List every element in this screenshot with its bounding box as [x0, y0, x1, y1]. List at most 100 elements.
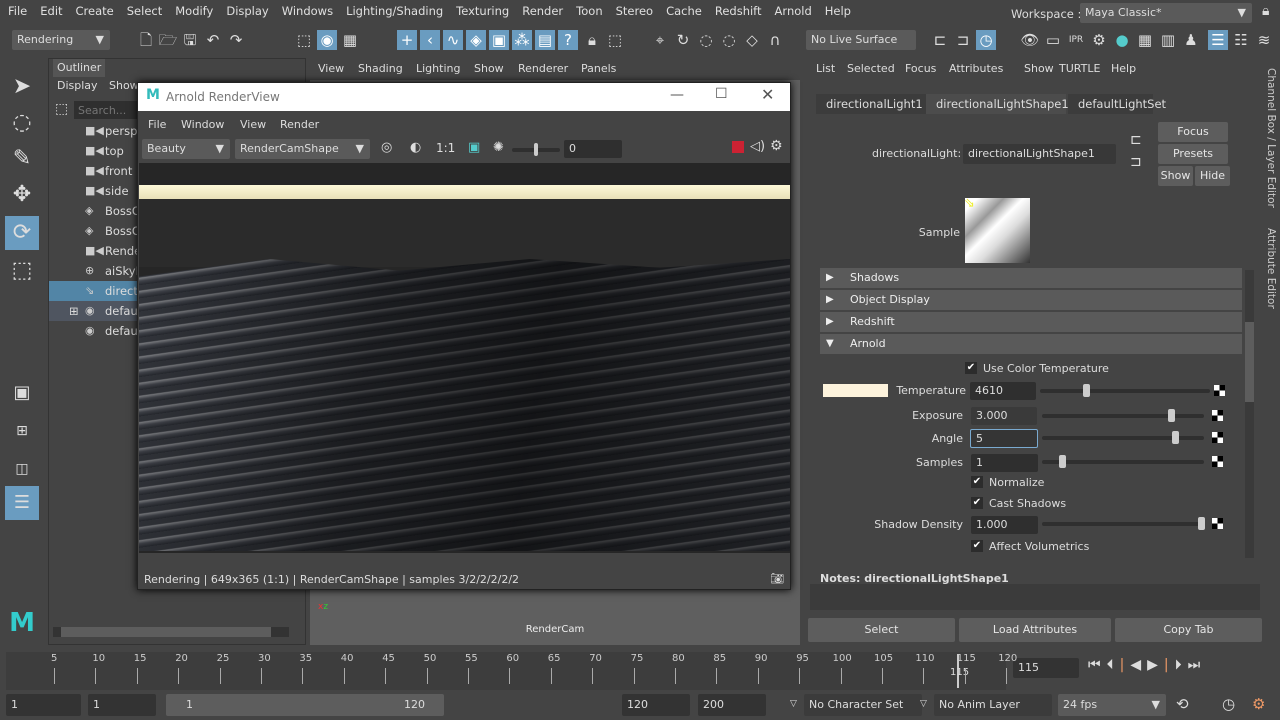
open-scene-icon[interactable]: 🗁	[158, 30, 178, 50]
exposure-slider[interactable]	[1042, 409, 1204, 422]
time-slider[interactable]: 115 115 ⏮⏴|◀▶|⏵⏭ 5 10 15 20 25 30 35 40 45 50 55 60…	[0, 650, 1280, 690]
highlight-selection-icon[interactable]: ⬚	[605, 30, 625, 50]
new-scene-icon[interactable]: 🗋	[136, 30, 156, 50]
affect-volumetrics-checkbox[interactable]: ✔	[971, 540, 983, 552]
renderview-menu-view[interactable]: View	[240, 118, 266, 131]
exposure-icon[interactable]: ✺	[493, 140, 504, 155]
current-frame-field[interactable]: 115	[1013, 658, 1079, 678]
fps-dropdown[interactable]: 24 fps ▼	[1058, 694, 1166, 716]
samples-slider[interactable]	[1042, 455, 1204, 468]
redo-icon[interactable]: ↷	[226, 30, 246, 50]
rgb-channels-icon[interactable]: ◎	[381, 140, 392, 155]
expand-icon[interactable]: ⊞	[69, 301, 79, 321]
menu-stereo[interactable]: Stereo	[616, 4, 653, 18]
frame-icon[interactable]: ▣	[468, 140, 480, 155]
render-canvas[interactable]	[139, 163, 790, 553]
zoom-ratio[interactable]: 1:1	[436, 141, 455, 155]
outliner-menu-display[interactable]: Display	[57, 79, 98, 92]
close-icon[interactable]: ✕	[761, 85, 774, 104]
tab-defaultLightSet[interactable]: defaultLightSet	[1068, 94, 1166, 114]
channel-box-icon[interactable]: ≋	[1254, 30, 1274, 50]
copy-tab-button[interactable]: Copy Tab	[1115, 618, 1262, 642]
section-redshift[interactable]: ▶ Redshift	[820, 312, 1242, 332]
hide-button[interactable]: Hide	[1195, 166, 1230, 186]
select-tool-icon[interactable]: ➤	[5, 70, 39, 104]
temperature-slider[interactable]	[1040, 384, 1210, 397]
menu-render[interactable]: Render	[522, 4, 563, 18]
attribute-editor-toggle-icon[interactable]: ☰	[1208, 30, 1228, 50]
menuset-dropdown[interactable]: Rendering ▼	[12, 30, 110, 50]
menu-redshift[interactable]: Redshift	[715, 4, 762, 18]
menu-help[interactable]: Help	[825, 4, 851, 18]
ae-menu-selected[interactable]: Selected	[847, 62, 895, 75]
menu-toon[interactable]: Toon	[576, 4, 602, 18]
menu-display[interactable]: Display	[226, 4, 268, 18]
human-ik-icon[interactable]: ♟	[1181, 30, 1201, 50]
two-view-layout-icon[interactable]: ◫	[5, 452, 39, 486]
aov-dropdown[interactable]: Beauty ▼	[142, 139, 230, 159]
map-texture-icon[interactable]	[1212, 410, 1223, 421]
presets-button[interactable]: Presets	[1158, 144, 1228, 164]
soft-select-icon[interactable]: ◌	[719, 30, 739, 50]
construction-history-icon[interactable]: ◷	[976, 30, 996, 50]
menu-windows[interactable]: Windows	[282, 4, 333, 18]
anim-preferences-icon[interactable]: ⚙	[1252, 695, 1265, 713]
ipr-render-icon[interactable]: IPR	[1066, 30, 1086, 50]
renderview-menu-render[interactable]: Render	[280, 118, 319, 131]
renderview-menu-file[interactable]: File	[148, 118, 166, 131]
undo-icon[interactable]: ↶	[203, 30, 223, 50]
lock-icon[interactable]: 🔒︎	[1262, 3, 1269, 19]
menu-modify[interactable]: Modify	[175, 4, 213, 18]
channel-box-tab[interactable]: Channel Box / Layer Editor	[1265, 68, 1277, 208]
angle-field[interactable]: 5	[970, 429, 1038, 448]
snap-align-icon[interactable]: ↻	[673, 30, 693, 50]
attribute-scrollbar[interactable]	[1245, 270, 1254, 558]
live-surface-field[interactable]: No Live Surface	[806, 30, 916, 50]
four-view-layout-icon[interactable]: ⊞	[5, 414, 39, 448]
play-backward-icon[interactable]: ◀	[1130, 657, 1147, 673]
normalize-checkbox[interactable]: ✔	[971, 476, 983, 488]
menu-select[interactable]: Select	[127, 4, 162, 18]
use-color-temperature-checkbox[interactable]: ✔	[965, 362, 977, 374]
temperature-color-swatch[interactable]	[823, 384, 888, 397]
workspace-dropdown[interactable]: Maya Classic* ▼	[1080, 3, 1252, 23]
menu-edit[interactable]: Edit	[40, 4, 62, 18]
ae-menu-list[interactable]: List	[816, 62, 835, 75]
menu-arnold[interactable]: Arnold	[775, 4, 812, 18]
shadow-density-field[interactable]: 1.000	[971, 516, 1038, 534]
snap-together-icon[interactable]: ⌖	[650, 30, 670, 50]
input-connections-icon[interactable]: ⊏	[930, 30, 950, 50]
ae-menu-focus[interactable]: Focus	[905, 62, 936, 75]
section-object-display[interactable]: ▶ Object Display	[820, 290, 1242, 310]
snapshot-icon[interactable]: 📷︎	[770, 572, 784, 585]
section-shadows[interactable]: ▶ Shadows	[820, 268, 1242, 288]
viewport-menu-lighting[interactable]: Lighting	[416, 62, 460, 75]
tool-settings-icon[interactable]: ☷	[1231, 30, 1251, 50]
camera-dropdown[interactable]: RenderCamShape ▼	[235, 139, 370, 159]
menu-lighting-shading[interactable]: Lighting/Shading	[346, 4, 443, 18]
end-time-field[interactable]: 200	[698, 694, 766, 716]
character-set-field[interactable]: No Character Set	[804, 694, 922, 716]
cast-shadows-checkbox[interactable]: ✔	[971, 497, 983, 509]
section-arnold[interactable]: ▼ Arnold	[820, 334, 1242, 354]
lasso-tool-icon[interactable]: ◌	[5, 106, 39, 140]
menu-file[interactable]: File	[8, 4, 27, 18]
lock-selection-icon[interactable]: 🔒︎	[582, 30, 602, 50]
play-forward-icon[interactable]: ▶	[1147, 657, 1164, 673]
move-tool-icon[interactable]: ✥	[5, 178, 39, 212]
go-to-start-icon[interactable]: ⏮	[1088, 657, 1107, 673]
exposure-field[interactable]: 0	[564, 140, 622, 158]
paint-select-tool-icon[interactable]: ✎	[5, 142, 39, 176]
step-forward-frame-icon[interactable]: |	[1164, 657, 1175, 673]
exposure-field[interactable]: 3.000	[971, 407, 1037, 425]
snap-grid-icon[interactable]: +	[397, 30, 417, 50]
settings-gear-icon[interactable]: ⚙	[770, 138, 783, 154]
ae-menu-turtle[interactable]: TURTLE	[1059, 62, 1100, 75]
minimize-icon[interactable]: —	[670, 87, 684, 103]
render-frame-icon[interactable]: ▭	[1043, 30, 1063, 50]
map-texture-icon[interactable]	[1212, 432, 1223, 443]
maximize-icon[interactable]: ☐	[715, 86, 728, 102]
go-to-end-icon[interactable]: ⏭	[1188, 657, 1207, 673]
output-connection-icon[interactable]: ⊐	[1130, 154, 1142, 170]
outliner-layout-icon[interactable]: ☰	[5, 486, 39, 520]
